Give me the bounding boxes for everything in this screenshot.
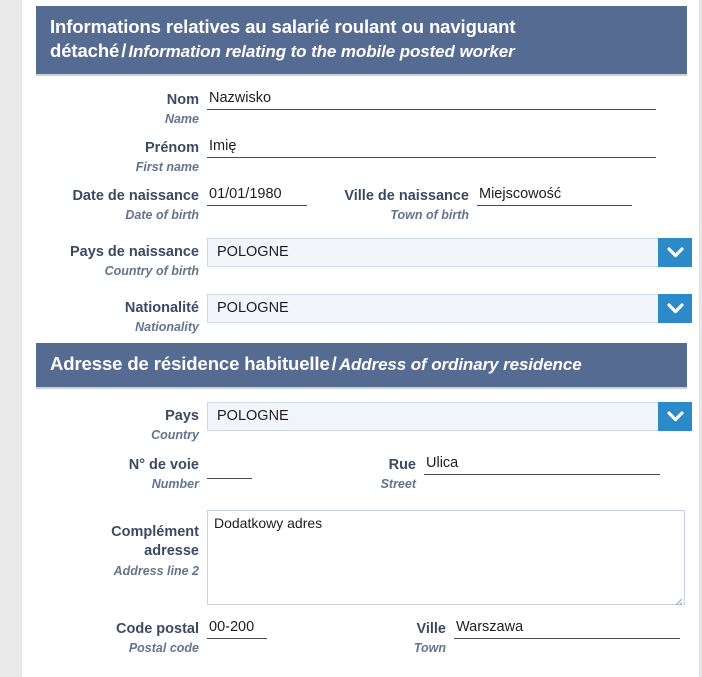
label-ville-en: Town	[413, 641, 446, 656]
section-header-residence: Adresse de résidence habituelle / Address …	[36, 343, 687, 389]
label-pays-naissance-en: Country of birth	[104, 264, 199, 279]
label-numero-voie: N° de voie Number	[36, 454, 207, 493]
pays-select[interactable]: POLOGNE	[207, 401, 692, 431]
field-numero-voie	[207, 454, 361, 479]
label-code-postal: Code postal Postal code	[36, 618, 207, 657]
label-code-postal-fr: Code postal	[116, 620, 199, 637]
section-title-en: Information relating to the mobile poste…	[128, 42, 515, 62]
ville-input[interactable]	[454, 617, 680, 639]
field-nom	[207, 88, 656, 110]
label-complement-adresse-en: Address line 2	[113, 563, 199, 578]
row-birth: Date de naissance Date of birth Ville de…	[22, 184, 699, 224]
label-nationalite-en: Nationality	[135, 319, 199, 334]
form-page: Informations relatives au salarié roulan…	[22, 0, 700, 677]
label-complement-adresse-fr-line2: adresse	[144, 543, 199, 560]
chevron-down-icon[interactable]	[658, 293, 692, 323]
row-complement-adresse: Complément adresse Address line 2	[22, 509, 699, 606]
label-ville-fr: Ville	[416, 620, 446, 637]
rue-input[interactable]	[424, 453, 660, 475]
row-nationalite: Nationalité Nationality POLOGNE	[22, 293, 699, 336]
field-rue	[424, 453, 660, 475]
field-ville-naissance	[477, 184, 632, 206]
label-date-naissance-en: Date of birth	[125, 208, 199, 223]
label-nom: Nom Name	[36, 89, 207, 128]
prenom-input[interactable]	[207, 136, 656, 158]
label-numero-voie-fr: N° de voie	[128, 456, 199, 473]
label-complement-adresse-fr-line1: Complément	[111, 523, 199, 540]
ville-naissance-input[interactable]	[477, 184, 632, 206]
nationalite-value: POLOGNE	[217, 299, 289, 316]
complement-adresse-textarea[interactable]	[207, 509, 685, 605]
label-prenom: Prénom First name	[36, 137, 207, 176]
pays-naissance-select[interactable]: POLOGNE	[207, 237, 692, 267]
chevron-down-icon[interactable]	[658, 401, 692, 431]
label-prenom-fr: Prénom	[145, 139, 199, 156]
label-ville-naissance: Ville de naissance Town of birth	[317, 185, 477, 224]
label-pays: Pays Country	[36, 402, 207, 444]
label-nom-fr: Nom	[166, 91, 199, 108]
field-pays: POLOGNE	[207, 401, 692, 431]
row-nom: Nom Name	[22, 88, 699, 128]
label-complement-adresse: Complément adresse Address line 2	[36, 510, 207, 579]
label-pays-naissance-fr: Pays de naissance	[70, 243, 199, 260]
date-naissance-input[interactable]	[207, 184, 307, 206]
pays-naissance-value: POLOGNE	[217, 243, 289, 260]
field-complement-adresse	[207, 509, 685, 606]
label-ville-naissance-en: Town of birth	[390, 208, 469, 223]
label-nationalite: Nationalité Nationality	[36, 294, 207, 336]
code-postal-input[interactable]	[207, 617, 267, 639]
section-header-worker: Informations relatives au salarié roulan…	[36, 6, 687, 76]
label-nom-en: Name	[164, 112, 199, 127]
numero-voie-input[interactable]	[207, 457, 252, 479]
field-ville	[454, 617, 680, 639]
label-rue: Rue Street	[361, 454, 424, 493]
row-street: N° de voie Number Rue Street	[22, 453, 699, 493]
chevron-down-icon[interactable]	[658, 237, 692, 267]
field-prenom	[207, 136, 656, 158]
pays-value: POLOGNE	[217, 407, 289, 424]
section-title-separator: /	[331, 353, 337, 375]
field-pays-naissance: POLOGNE	[207, 237, 692, 267]
label-date-naissance: Date de naissance Date of birth	[36, 185, 207, 224]
label-ville-naissance-fr: Ville de naissance	[344, 187, 469, 204]
label-rue-fr: Rue	[388, 456, 416, 473]
field-code-postal	[207, 617, 392, 639]
row-pays-naissance: Pays de naissance Country of birth POLOG…	[22, 237, 699, 280]
section-title-en: Address of ordinary residence	[338, 355, 582, 375]
label-pays-en: Country	[151, 428, 199, 443]
label-date-naissance-fr: Date de naissance	[72, 187, 199, 204]
label-ville: Ville Town	[392, 618, 454, 657]
row-prenom: Prénom First name	[22, 136, 699, 176]
label-code-postal-en: Postal code	[128, 641, 199, 656]
label-rue-en: Street	[380, 477, 416, 492]
nationalite-select[interactable]: POLOGNE	[207, 293, 692, 323]
row-postal-town: Code postal Postal code Ville Town	[22, 617, 699, 657]
label-numero-voie-en: Number	[151, 477, 199, 492]
section-title-fr: Adresse de résidence habituelle	[50, 353, 330, 375]
label-nationalite-fr: Nationalité	[124, 299, 199, 316]
section-title-separator: /	[121, 40, 127, 62]
label-pays-fr: Pays	[165, 407, 199, 424]
label-prenom-en: First name	[135, 160, 199, 175]
label-pays-naissance: Pays de naissance Country of birth	[36, 238, 207, 280]
nom-input[interactable]	[207, 88, 656, 110]
field-date-naissance	[207, 184, 317, 206]
field-nationalite: POLOGNE	[207, 293, 692, 323]
row-pays: Pays Country POLOGNE	[22, 401, 699, 444]
